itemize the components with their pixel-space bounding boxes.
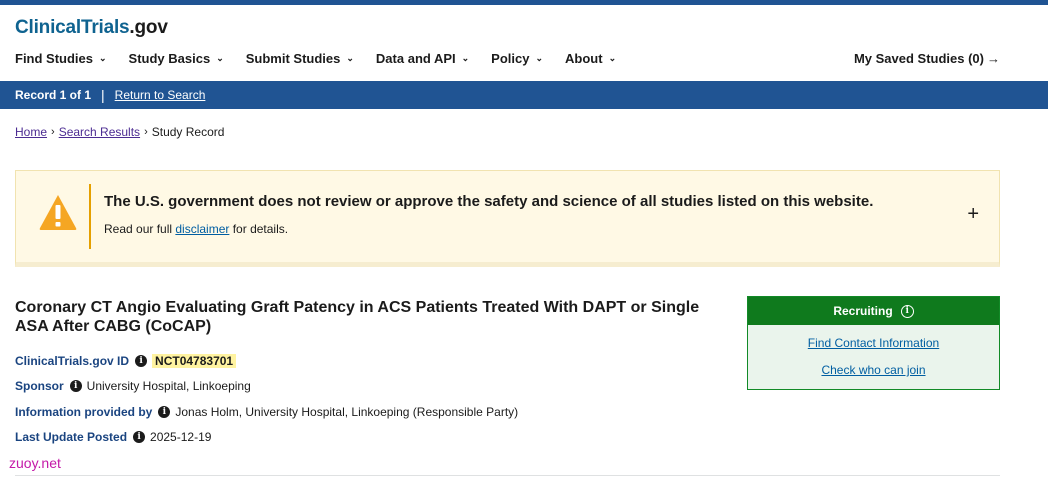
nav-label: Data and API [375, 51, 456, 66]
find-contact-link[interactable]: Find Contact Information [748, 336, 999, 350]
chevron-down-icon: ⌄ [535, 53, 544, 63]
chevron-down-icon: ⌄ [346, 53, 354, 63]
chevron-down-icon: ⌄ [99, 53, 107, 63]
study-id-label: ClinicalTrials.gov ID [15, 354, 130, 368]
recruitment-status-header: Recruiting i [748, 297, 999, 325]
info-icon[interactable]: i [133, 431, 146, 443]
breadcrumb-home[interactable]: Home [15, 125, 47, 139]
nav-data-and-api[interactable]: Data and API ⌄ [376, 51, 469, 66]
check-who-can-join-link[interactable]: Check who can join [748, 363, 999, 377]
provided-by-value: Jonas Holm, University Hospital, Linkoep… [175, 405, 519, 419]
nav-label: Study Basics [128, 51, 211, 66]
breadcrumb-separator: › [51, 126, 55, 138]
last-update-row: Last Update Posted i 2025-12-19 [15, 430, 211, 444]
info-icon[interactable]: i [69, 380, 82, 392]
recruitment-status: Recruiting [833, 304, 893, 318]
breadcrumb: Home › Search Results › Study Record [15, 125, 224, 139]
breadcrumb-search-results[interactable]: Search Results [59, 125, 140, 139]
sponsor-value: University Hospital, Linkoeping [86, 379, 251, 393]
expand-plus-icon[interactable]: + [967, 204, 979, 224]
last-update-label: Last Update Posted [15, 430, 128, 444]
last-update-value: 2025-12-19 [150, 430, 212, 444]
breadcrumb-current: Study Record [151, 125, 225, 139]
alert-divider [89, 184, 91, 249]
logo-suffix: .gov [129, 17, 168, 38]
alert-title: The U.S. government does not review or a… [104, 193, 874, 210]
nav-label: Submit Studies [245, 51, 341, 66]
sponsor-label: Sponsor [15, 379, 64, 393]
nav-policy[interactable]: Policy ⌄ [491, 51, 543, 66]
alert-text-after: for details. [229, 222, 289, 236]
site-logo[interactable]: ClinicalTrials.gov [15, 17, 168, 39]
provided-by-label: Information provided by [15, 405, 153, 419]
warning-icon [39, 195, 77, 230]
disclaimer-alert: The U.S. government does not review or a… [15, 170, 1000, 267]
saved-studies-label: My Saved Studies (0) [853, 51, 984, 66]
study-id-row: ClinicalTrials.gov ID i NCT04783701 [15, 354, 237, 368]
alert-text-before: Read our full [104, 222, 176, 236]
provided-by-row: Information provided by i Jonas Holm, Un… [15, 405, 518, 419]
top-accent-bar [0, 0, 1048, 5]
record-bar: Record 1 of 1 | Return to Search [0, 81, 1048, 109]
breadcrumb-separator: › [144, 126, 148, 138]
return-to-search-link[interactable]: Return to Search [115, 88, 206, 102]
nav-about[interactable]: About ⌄ [565, 51, 616, 66]
main-nav: Find Studies ⌄ Study Basics ⌄ Submit Studi… [15, 51, 638, 66]
study-id-value: NCT04783701 [152, 354, 237, 368]
saved-studies-link[interactable]: My Saved Studies (0) → [854, 51, 1000, 66]
nav-label: About [565, 51, 603, 66]
watermark-text: zuoy.net [9, 455, 61, 471]
nav-label: Find Studies [15, 51, 93, 66]
study-title: Coronary CT Angio Evaluating Graft Paten… [15, 299, 700, 335]
chevron-down-icon: ⌄ [608, 53, 617, 63]
nav-study-basics[interactable]: Study Basics ⌄ [129, 51, 224, 66]
arrow-right-icon: → [987, 51, 1000, 66]
disclaimer-link[interactable]: disclaimer [175, 222, 229, 236]
logo-brand: ClinicalTrials [15, 17, 130, 38]
sponsor-row: Sponsor i University Hospital, Linkoepin… [15, 379, 251, 393]
record-separator: | [101, 87, 105, 103]
section-divider [15, 475, 1000, 476]
info-icon[interactable]: i [135, 355, 148, 367]
nav-submit-studies[interactable]: Submit Studies ⌄ [246, 51, 354, 66]
nav-find-studies[interactable]: Find Studies ⌄ [15, 51, 107, 66]
chevron-down-icon: ⌄ [461, 53, 470, 63]
nav-label: Policy [491, 51, 530, 66]
recruitment-box: Recruiting i Find Contact Information Ch… [747, 296, 1000, 390]
record-count: Record 1 of 1 [15, 88, 92, 102]
chevron-down-icon: ⌄ [216, 53, 224, 63]
info-icon[interactable]: i [900, 304, 914, 318]
info-icon[interactable]: i [158, 406, 171, 418]
alert-text: Read our full disclaimer for details. [104, 222, 288, 236]
